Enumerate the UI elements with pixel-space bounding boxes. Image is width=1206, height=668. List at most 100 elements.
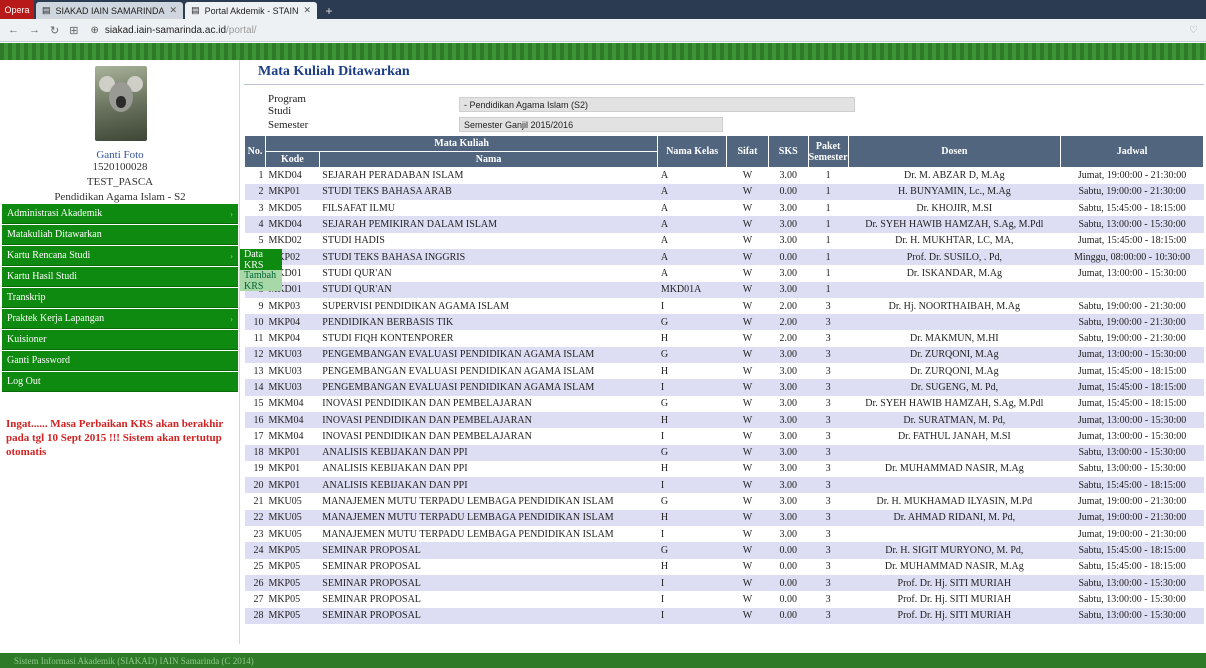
- cell-kelas: G: [657, 314, 727, 331]
- cell-kelas: I: [657, 607, 727, 624]
- cell-paket: 3: [808, 379, 848, 396]
- cell-nama: PENGEMBANGAN EVALUASI PENDIDIKAN AGAMA I…: [319, 379, 658, 396]
- cell-no: 27: [244, 591, 266, 608]
- cell-sks: 0.00: [768, 542, 809, 559]
- chevron-right-icon: ›: [230, 208, 233, 219]
- cell-sifat: W: [726, 558, 769, 575]
- cell-paket: 3: [808, 346, 848, 364]
- menu-item-label: Administrasi Akademik: [7, 208, 103, 219]
- back-icon[interactable]: ←: [8, 24, 19, 37]
- cell-jadwal: Sabtu, 19:00:00 - 21:30:00: [1060, 297, 1204, 315]
- submenu-tambah-krs[interactable]: Tambah KRS: [240, 270, 282, 292]
- opera-menu-button[interactable]: Opera: [0, 0, 34, 19]
- cell-dosen: Dr. H. MUKHAMAD ILYASIN, M.Pd: [848, 493, 1061, 510]
- close-icon[interactable]: ✕: [170, 5, 178, 16]
- forward-icon[interactable]: →: [29, 24, 40, 37]
- change-photo-link[interactable]: Ganti Foto: [0, 149, 240, 161]
- col-sks: SKS: [767, 135, 809, 168]
- speed-dial-icon[interactable]: ⊞: [69, 24, 78, 37]
- tab-portal[interactable]: ▤ Portal Akdemik - STAIN ✕: [185, 2, 318, 19]
- table-row: 7MKD01STUDI QUR'ANAW3.001Dr. ISKANDAR, M…: [244, 265, 1204, 282]
- new-tab-button[interactable]: +: [321, 4, 337, 19]
- cell-jadwal: Sabtu, 19:00:00 - 21:30:00: [1060, 183, 1204, 201]
- cell-jadwal: Jumat, 19:00:00 - 21:30:00: [1060, 167, 1204, 184]
- cell-sks: 3.00: [768, 493, 809, 510]
- menu-item[interactable]: Administrasi Akademik ›: [2, 204, 238, 224]
- cell-nama: STUDI TEKS BAHASA ARAB: [319, 183, 658, 201]
- cell-dosen: [848, 477, 1061, 494]
- cell-kode: MKD05: [265, 200, 320, 217]
- chevron-right-icon: ›: [230, 313, 233, 324]
- cell-nama: INOVASI PENDIDIKAN DAN PEMBELAJARAN: [319, 428, 658, 445]
- submenu-data-krs[interactable]: Data KRS: [240, 249, 282, 271]
- cell-no: 13: [244, 363, 266, 380]
- table-row: 4 MKD04 SEJARAH PEMIKIRAN DALAM ISLAM A W 3.0…: [244, 216, 1204, 233]
- main-content: Mata Kuliah Ditawarkan Program Studi - P…: [244, 60, 1204, 624]
- cell-dosen: Dr. AHMAD RIDANI, M. Pd,: [848, 509, 1061, 527]
- cell-jadwal: Jumat, 15:45:00 - 18:15:00: [1060, 232, 1204, 249]
- cell-kelas: H: [657, 509, 727, 527]
- cell-sks: 0.00: [768, 183, 809, 201]
- cell-kode: MKU03: [265, 346, 320, 364]
- cell-sks: 3.00: [768, 477, 809, 494]
- cell-paket: 1: [808, 167, 848, 184]
- col-mata-kuliah: Mata Kuliah: [264, 135, 659, 152]
- cell-kode: MKM04: [265, 411, 320, 429]
- menu-item[interactable]: Praktek Kerja Lapangan ›: [2, 309, 238, 329]
- cell-sifat: W: [726, 607, 769, 624]
- cell-kelas: G: [657, 346, 727, 364]
- cell-kode: MKU05: [265, 526, 320, 543]
- menu-item-label: Transkrip: [7, 292, 46, 303]
- krs-submenu: Data KRS Tambah KRS: [240, 249, 282, 292]
- cell-sifat: W: [726, 428, 769, 445]
- cell-jadwal: Jumat, 13:00:00 - 15:30:00: [1060, 265, 1204, 282]
- cell-paket: 3: [808, 444, 848, 461]
- cell-sks: 3.00: [768, 363, 809, 380]
- cell-dosen: Dr. SUGENG, M. Pd,: [848, 379, 1061, 396]
- cell-nama: SEMINAR PROPOSAL: [319, 558, 658, 575]
- program-field: - Pendidikan Agama Islam (S2): [459, 97, 855, 112]
- menu-item[interactable]: Kuisioner: [2, 330, 238, 350]
- cell-sifat: W: [726, 232, 769, 249]
- browser-tab-bar: Opera ▤ SIAKAD IAIN SAMARINDA ✕ ▤ Portal…: [0, 0, 1206, 19]
- cell-nama: MANAJEMEN MUTU TERPADU LEMBAGA PENDIDIKA…: [319, 493, 658, 510]
- menu-item[interactable]: Ganti Password: [2, 351, 238, 371]
- cell-jadwal: Minggu, 08:00:00 - 10:30:00: [1060, 248, 1204, 266]
- student-nim: 1520100028: [92, 161, 148, 173]
- cell-sks: 3.00: [768, 411, 809, 429]
- semester-field: Semester Ganjil 2015/2016: [459, 117, 723, 132]
- cell-kode: MKP01: [265, 460, 320, 478]
- url-field[interactable]: ⊕ siakad.iain-samarinda.ac.id/portal/: [90, 25, 256, 36]
- cell-sks: 3.00: [768, 281, 809, 298]
- cell-dosen: Dr. FATHUL JANAH, M.SI: [848, 428, 1061, 445]
- cell-dosen: Dr. MAKMUN, M.HI: [848, 330, 1061, 347]
- cell-sks: 0.00: [768, 607, 809, 624]
- menu-item[interactable]: Kartu Rencana Studi ›: [2, 246, 238, 266]
- menu-item[interactable]: Kartu Hasil Studi: [2, 267, 238, 287]
- cell-kelas: I: [657, 297, 727, 315]
- cell-jadwal: Jumat, 15:45:00 - 18:15:00: [1060, 363, 1204, 380]
- cell-paket: 3: [808, 395, 848, 412]
- heart-icon[interactable]: ♡: [1189, 25, 1198, 36]
- cell-sks: 3.00: [768, 460, 809, 478]
- krs-notice: Ingat...... Masa Perbaikan KRS akan bera…: [6, 418, 224, 458]
- cell-kode: MKU03: [265, 363, 320, 380]
- menu-item-label: Log Out: [7, 376, 41, 387]
- tab-siakad[interactable]: ▤ SIAKAD IAIN SAMARINDA ✕: [36, 2, 184, 19]
- cell-nama: ANALISIS KEBIJAKAN DAN PPI: [319, 477, 658, 494]
- cell-kode: MKP01: [265, 183, 320, 201]
- cell-sifat: W: [726, 395, 769, 412]
- cell-kode: MKM04: [265, 395, 320, 412]
- cell-no: 5: [244, 232, 266, 249]
- close-icon[interactable]: ✕: [303, 5, 311, 16]
- cell-sifat: W: [726, 411, 769, 429]
- cell-nama: SEMINAR PROPOSAL: [319, 542, 658, 559]
- menu-item[interactable]: Matakuliah Ditawarkan: [2, 225, 238, 245]
- cell-jadwal: Sabtu, 13:00:00 - 15:30:00: [1060, 444, 1204, 461]
- cell-kelas: I: [657, 526, 727, 543]
- reload-icon[interactable]: ↻: [50, 24, 59, 37]
- cell-jadwal: Sabtu, 15:45:00 - 18:15:00: [1060, 542, 1204, 559]
- menu-item[interactable]: Transkrip: [2, 288, 238, 308]
- courses-table: No. Mata Kuliah Nama Kelas Sifat SKS Pak…: [244, 135, 1204, 624]
- menu-item[interactable]: Log Out: [2, 372, 238, 392]
